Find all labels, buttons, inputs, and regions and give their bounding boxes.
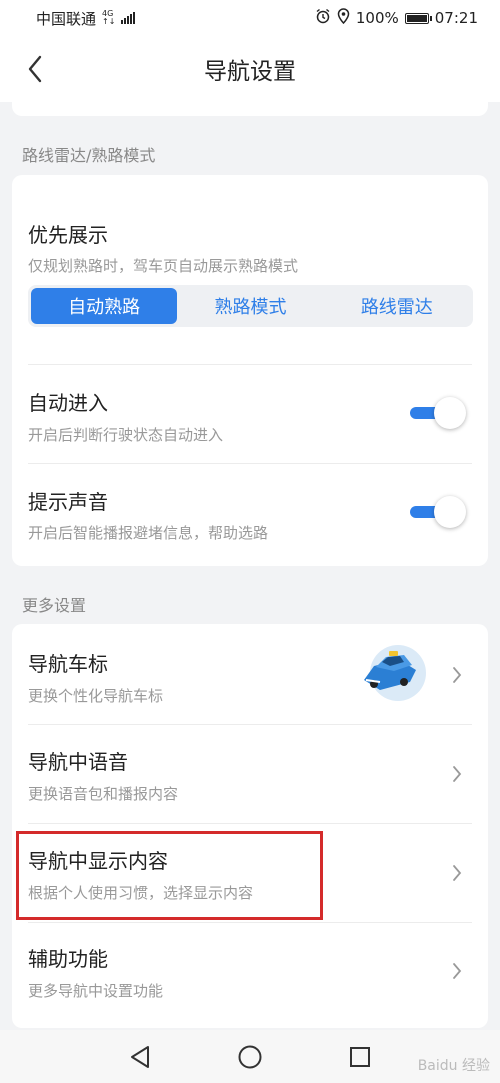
auto-enter-toggle[interactable] bbox=[410, 397, 466, 429]
home-circle-icon[interactable] bbox=[235, 1042, 265, 1072]
segment-route-radar[interactable]: 路线雷达 bbox=[324, 288, 470, 324]
battery-percent: 100% bbox=[355, 9, 399, 27]
chevron-right-icon bbox=[450, 960, 464, 982]
toggle-knob bbox=[434, 397, 466, 429]
priority-display-title: 优先展示 bbox=[28, 223, 108, 247]
back-triangle-icon[interactable] bbox=[125, 1042, 155, 1072]
more-settings-card: 导航车标 更换个性化导航车标 导航中语音 更换语音包和播报内容 导航中显示内容 … bbox=[12, 624, 488, 1028]
chevron-right-icon bbox=[450, 664, 464, 686]
divider bbox=[28, 364, 472, 365]
route-radar-card: 优先展示 仅规划熟路时，驾车页自动展示熟路模式 自动熟路 熟路模式 路线雷达 自… bbox=[12, 175, 488, 566]
back-arrow-icon[interactable] bbox=[20, 54, 50, 84]
title-bar: 导航设置 bbox=[0, 36, 500, 102]
recents-square-icon[interactable] bbox=[345, 1042, 375, 1072]
alarm-icon bbox=[315, 8, 331, 28]
list-item-subtitle: 更换语音包和播报内容 bbox=[28, 785, 179, 803]
section-label-more-settings: 更多设置 bbox=[22, 596, 87, 615]
sound-subtitle: 开启后智能播报避堵信息，帮助选路 bbox=[28, 524, 269, 542]
carrier-name: 中国联通 bbox=[36, 9, 97, 28]
taxi-car-icon bbox=[356, 644, 426, 702]
list-item-voice[interactable]: 导航中语音 更换语音包和播报内容 bbox=[12, 724, 488, 823]
list-item-car-icon[interactable]: 导航车标 更换个性化导航车标 bbox=[12, 624, 488, 724]
divider bbox=[28, 463, 472, 464]
chevron-right-icon bbox=[450, 763, 464, 785]
sound-title: 提示声音 bbox=[28, 490, 108, 514]
status-left: 中国联通 4G ↑↓ bbox=[36, 8, 136, 29]
toggle-knob bbox=[434, 496, 466, 528]
segment-familiar-mode[interactable]: 熟路模式 bbox=[177, 288, 323, 324]
list-item-subtitle: 更换个性化导航车标 bbox=[28, 687, 164, 705]
previous-card-remnant bbox=[12, 100, 488, 116]
network-type-bottom: ↑↓ bbox=[102, 17, 116, 26]
system-nav-bar: Baidu 经验 bbox=[0, 1030, 500, 1083]
priority-segmented-control: 自动熟路 熟路模式 路线雷达 bbox=[28, 285, 473, 327]
location-icon bbox=[337, 8, 350, 28]
watermark: Baidu 经验 bbox=[417, 1058, 490, 1074]
section-label-route-radar: 路线雷达/熟路模式 bbox=[22, 146, 156, 165]
battery-icon bbox=[404, 12, 432, 24]
auto-enter-subtitle: 开启后判断行驶状态自动进入 bbox=[28, 426, 224, 444]
sound-toggle[interactable] bbox=[410, 496, 466, 528]
status-bar: 中国联通 4G ↑↓ 100% 07:21 bbox=[0, 0, 500, 36]
list-item-subtitle: 更多导航中设置功能 bbox=[28, 982, 164, 1000]
segment-auto-familiar[interactable]: 自动熟路 bbox=[31, 288, 178, 324]
signal-icon bbox=[121, 12, 136, 24]
network-type: 4G ↑↓ bbox=[102, 10, 115, 26]
highlight-annotation-box bbox=[16, 831, 323, 920]
chevron-right-icon bbox=[450, 862, 464, 884]
list-item-title: 导航车标 bbox=[28, 652, 108, 676]
list-item-assist[interactable]: 辅助功能 更多导航中设置功能 bbox=[12, 922, 488, 1021]
page-title: 导航设置 bbox=[204, 59, 296, 85]
list-item-title: 导航中语音 bbox=[28, 750, 128, 774]
status-right: 100% 07:21 bbox=[315, 8, 478, 28]
priority-display-subtitle: 仅规划熟路时，驾车页自动展示熟路模式 bbox=[28, 257, 299, 275]
clock: 07:21 bbox=[434, 9, 478, 27]
auto-enter-title: 自动进入 bbox=[28, 391, 108, 415]
list-item-title: 辅助功能 bbox=[28, 947, 108, 971]
